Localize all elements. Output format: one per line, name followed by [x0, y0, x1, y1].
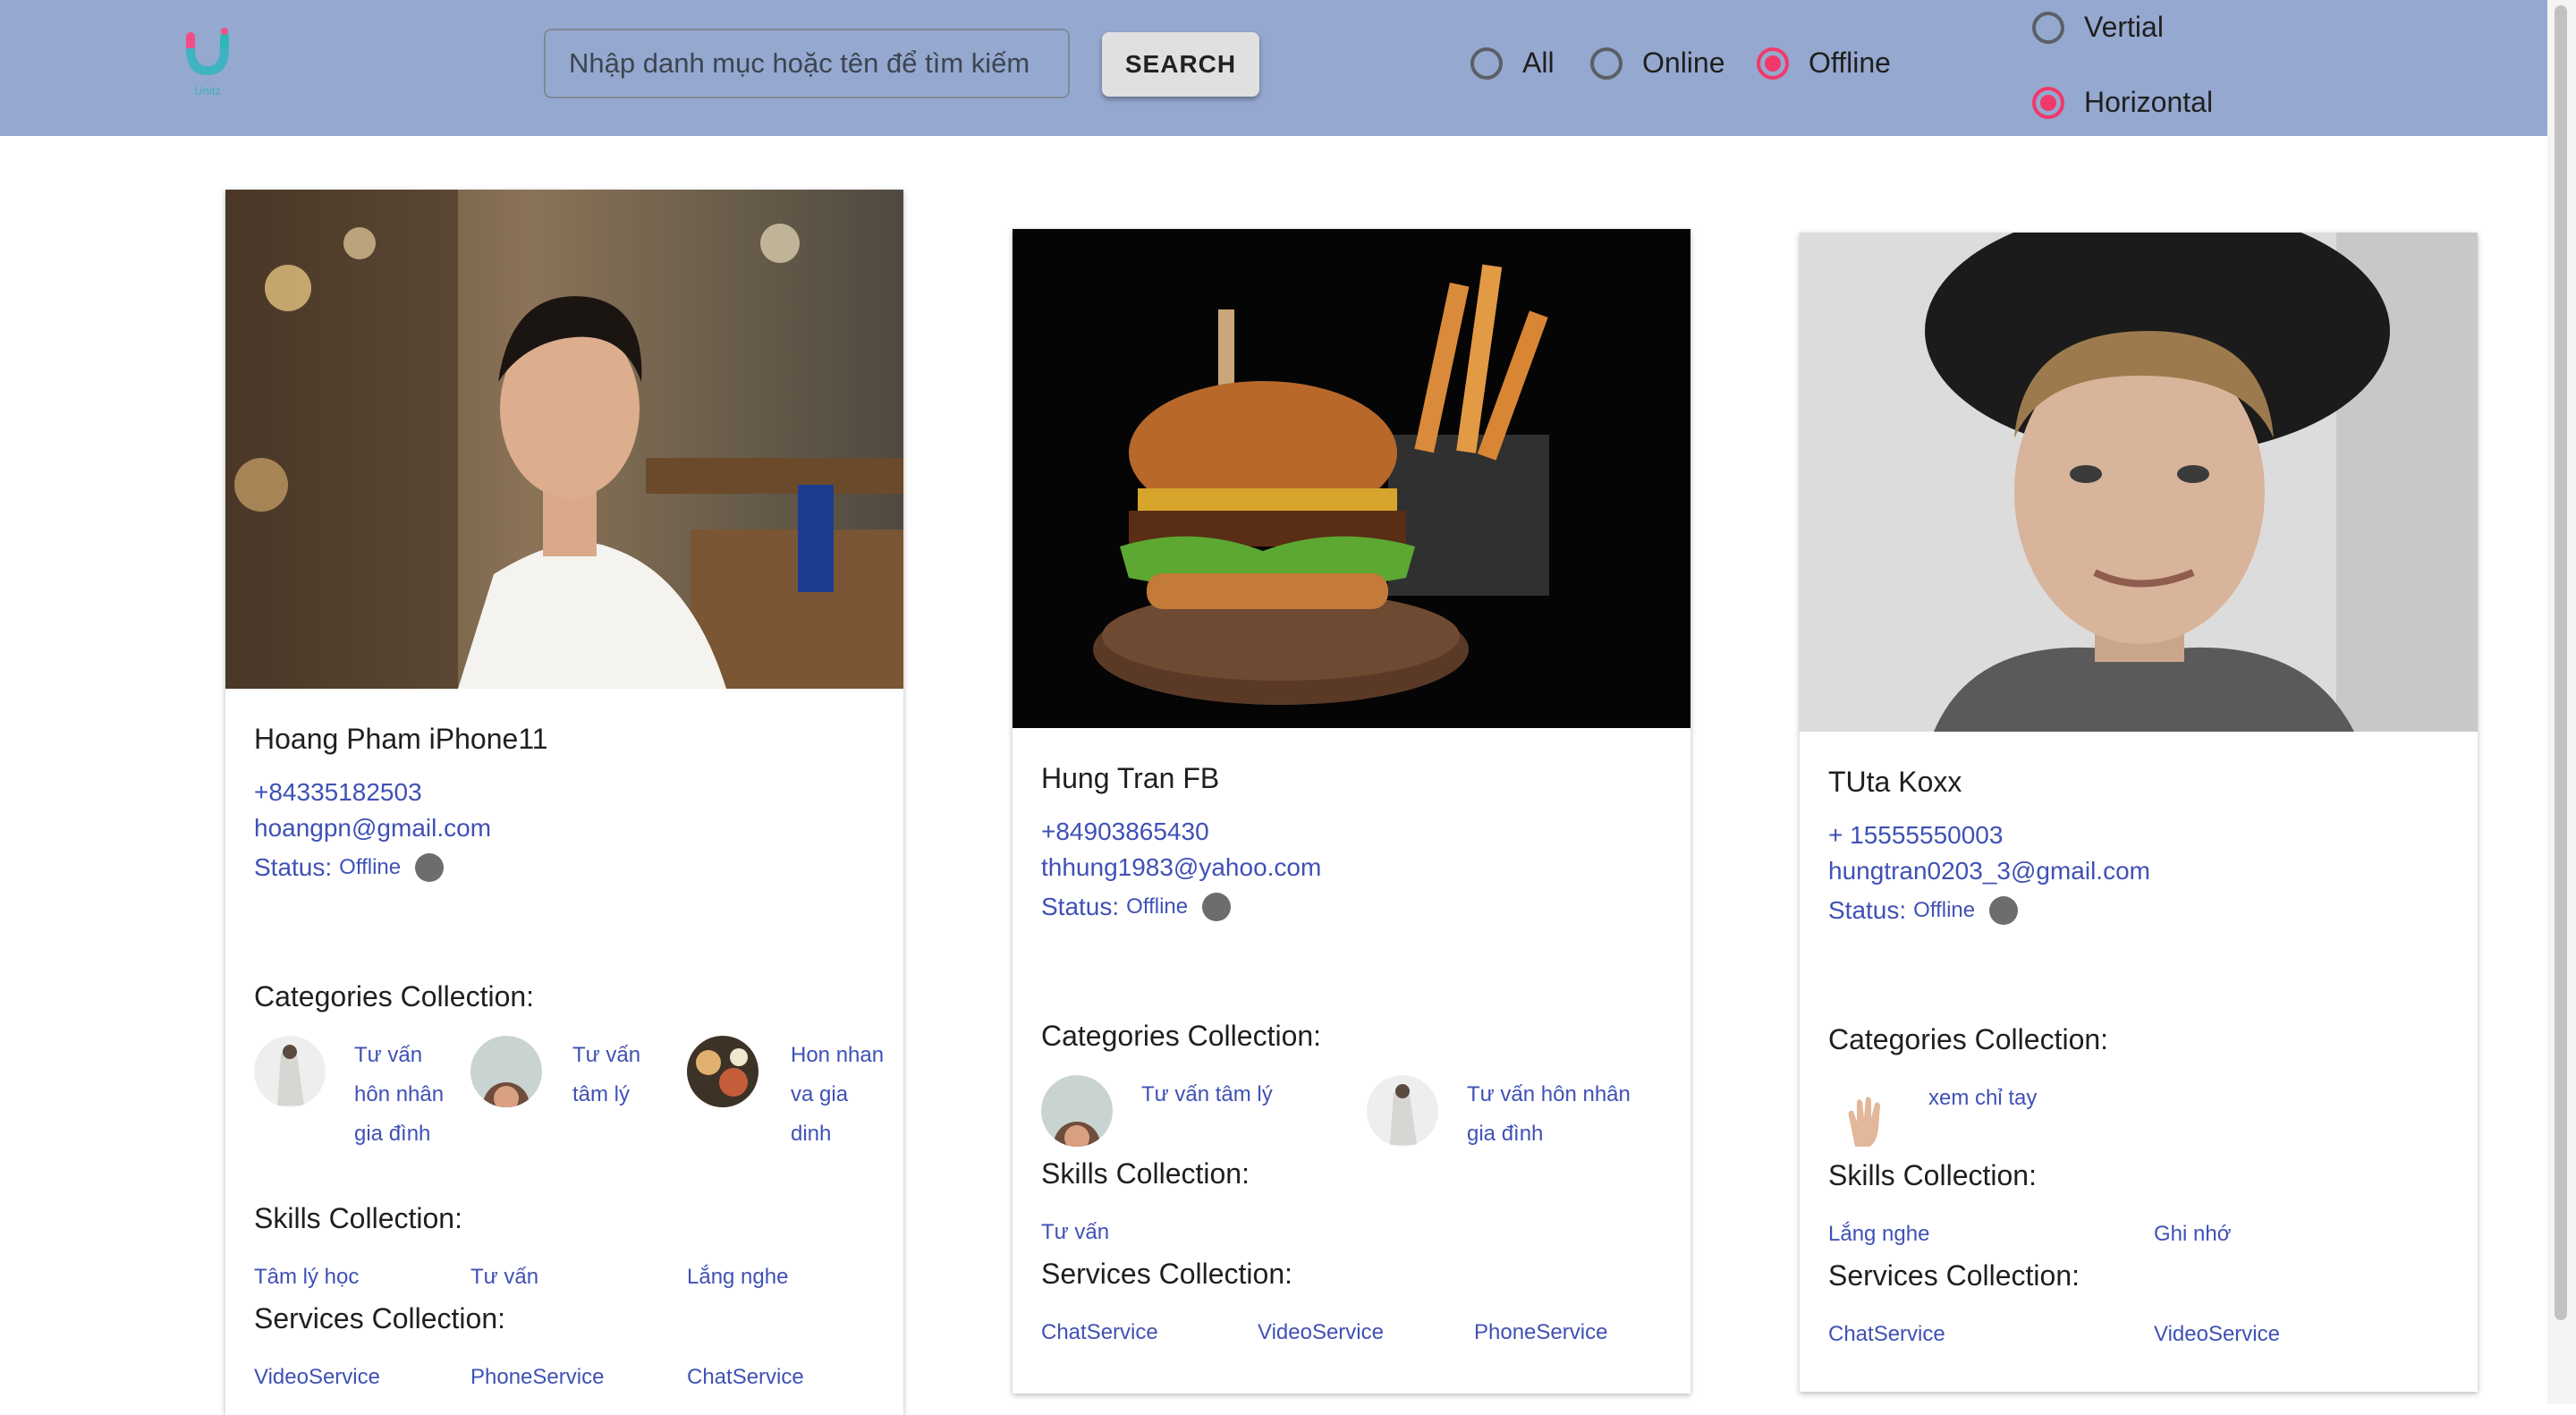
category-avatar [1367, 1075, 1438, 1147]
profile-status: Status: Offline [254, 853, 445, 882]
filter-offline-label: Offline [1809, 47, 1891, 79]
service-item: VideoService [2154, 1322, 2280, 1346]
offline-dot-icon [1202, 893, 1232, 921]
category-link[interactable]: Tư vấn tâm lý [1141, 1075, 1320, 1114]
profile-card[interactable]: TUta Koxx + 15555550003 hungtran0203_3@g… [1800, 233, 2478, 1392]
skill-item: Tâm lý học [254, 1265, 360, 1289]
profile-card[interactable]: Hung Tran FB +84903865430 thhung1983@yah… [1013, 229, 1690, 1394]
service-item: PhoneService [470, 1365, 605, 1389]
radio-checked-icon [1757, 47, 1789, 80]
filter-online-label: Online [1642, 47, 1725, 79]
category-avatar [1041, 1075, 1113, 1147]
radio-unchecked-icon [2032, 11, 2064, 44]
status-value: Offline [339, 855, 402, 879]
profile-name: TUta Koxx [1828, 766, 1962, 798]
category-link[interactable]: Tư vấn hôn nhân gia đình [1467, 1075, 1664, 1154]
skills-title: Skills Collection: [254, 1202, 462, 1234]
profile-email-link[interactable]: hungtran0203_3@gmail.com [1828, 857, 2150, 885]
palm-hand-icon [1828, 1079, 1900, 1150]
layout-horizontal-label: Horizontal [2084, 86, 2214, 118]
category-avatar [687, 1036, 758, 1107]
category-link[interactable]: xem chỉ tay [1928, 1079, 2037, 1118]
svg-text:Unitz: Unitz [194, 84, 221, 97]
categories-title: Categories Collection: [1041, 1020, 1322, 1052]
radio-unchecked-icon [1470, 47, 1503, 80]
skills-title: Skills Collection: [1828, 1159, 2037, 1191]
categories-title: Categories Collection: [1828, 1023, 2109, 1055]
status-label: Status: [254, 853, 333, 881]
skill-item: Lắng nghe [687, 1265, 789, 1289]
profile-name: Hung Tran FB [1041, 762, 1220, 794]
profile-email-link[interactable]: hoangpn@gmail.com [254, 814, 491, 843]
category-link[interactable]: Tư vấn tâm lý [572, 1036, 671, 1114]
service-item: ChatService [687, 1365, 804, 1389]
service-item: ChatService [1828, 1322, 1945, 1346]
scrollbar-thumb[interactable] [2555, 5, 2567, 1320]
profile-status: Status: Offline [1828, 896, 2019, 925]
service-item: ChatService [1041, 1320, 1158, 1344]
service-item: PhoneService [1474, 1320, 1608, 1344]
skill-item: Tư vấn [470, 1265, 539, 1289]
profile-status: Status: Offline [1041, 893, 1232, 921]
status-label: Status: [1041, 893, 1120, 920]
filter-online-radio[interactable]: Online [1590, 47, 1725, 80]
profile-photo [1013, 229, 1690, 728]
category-avatar [470, 1036, 542, 1107]
search-button[interactable]: SEARCH [1102, 32, 1259, 97]
profile-phone-link[interactable]: +84903865430 [1041, 818, 1209, 846]
radio-unchecked-icon [1590, 47, 1623, 80]
profile-email-link[interactable]: thhung1983@yahoo.com [1041, 853, 1321, 882]
categories-title: Categories Collection: [254, 980, 535, 1013]
service-item: VideoService [1258, 1320, 1384, 1344]
status-value: Offline [1126, 894, 1189, 919]
unitz-logo[interactable]: Unitz [182, 27, 233, 98]
skill-item: Lắng nghe [1828, 1222, 1930, 1246]
top-bar: Unitz SEARCH All Online Offline Vertial … [0, 0, 2547, 136]
filter-all-label: All [1522, 47, 1555, 79]
services-title: Services Collection: [254, 1302, 505, 1335]
skills-title: Skills Collection: [1041, 1157, 1250, 1190]
skill-item: Ghi nhớ [2154, 1222, 2232, 1246]
category-avatar [254, 1036, 326, 1107]
category-link[interactable]: Hon nhan va gia dinh [791, 1036, 889, 1154]
services-title: Services Collection: [1828, 1259, 2080, 1292]
services-title: Services Collection: [1041, 1258, 1292, 1290]
layout-vertical-label: Vertial [2084, 11, 2164, 43]
profile-photo [1800, 233, 2478, 732]
layout-vertical-radio[interactable]: Vertial [2032, 11, 2164, 44]
service-item: VideoService [254, 1365, 380, 1389]
filter-offline-radio[interactable]: Offline [1757, 47, 1891, 80]
layout-horizontal-radio[interactable]: Horizontal [2032, 86, 2213, 119]
profile-name: Hoang Pham iPhone11 [254, 723, 548, 755]
search-input[interactable] [544, 29, 1070, 98]
skill-item: Tư vấn [1041, 1220, 1110, 1244]
filter-all-radio[interactable]: All [1470, 47, 1555, 80]
radio-checked-icon [2032, 86, 2064, 119]
status-value: Offline [1913, 898, 1976, 922]
profile-phone-link[interactable]: + 15555550003 [1828, 821, 2003, 850]
profile-phone-link[interactable]: +84335182503 [254, 778, 422, 807]
offline-dot-icon [1989, 896, 2019, 925]
profile-photo [225, 190, 903, 689]
profile-card[interactable]: Hoang Pham iPhone11 +84335182503 hoangpn… [225, 190, 903, 1415]
status-label: Status: [1828, 896, 1907, 924]
category-link[interactable]: Tư vấn hôn nhân gia đình [354, 1036, 453, 1154]
offline-dot-icon [415, 853, 445, 882]
